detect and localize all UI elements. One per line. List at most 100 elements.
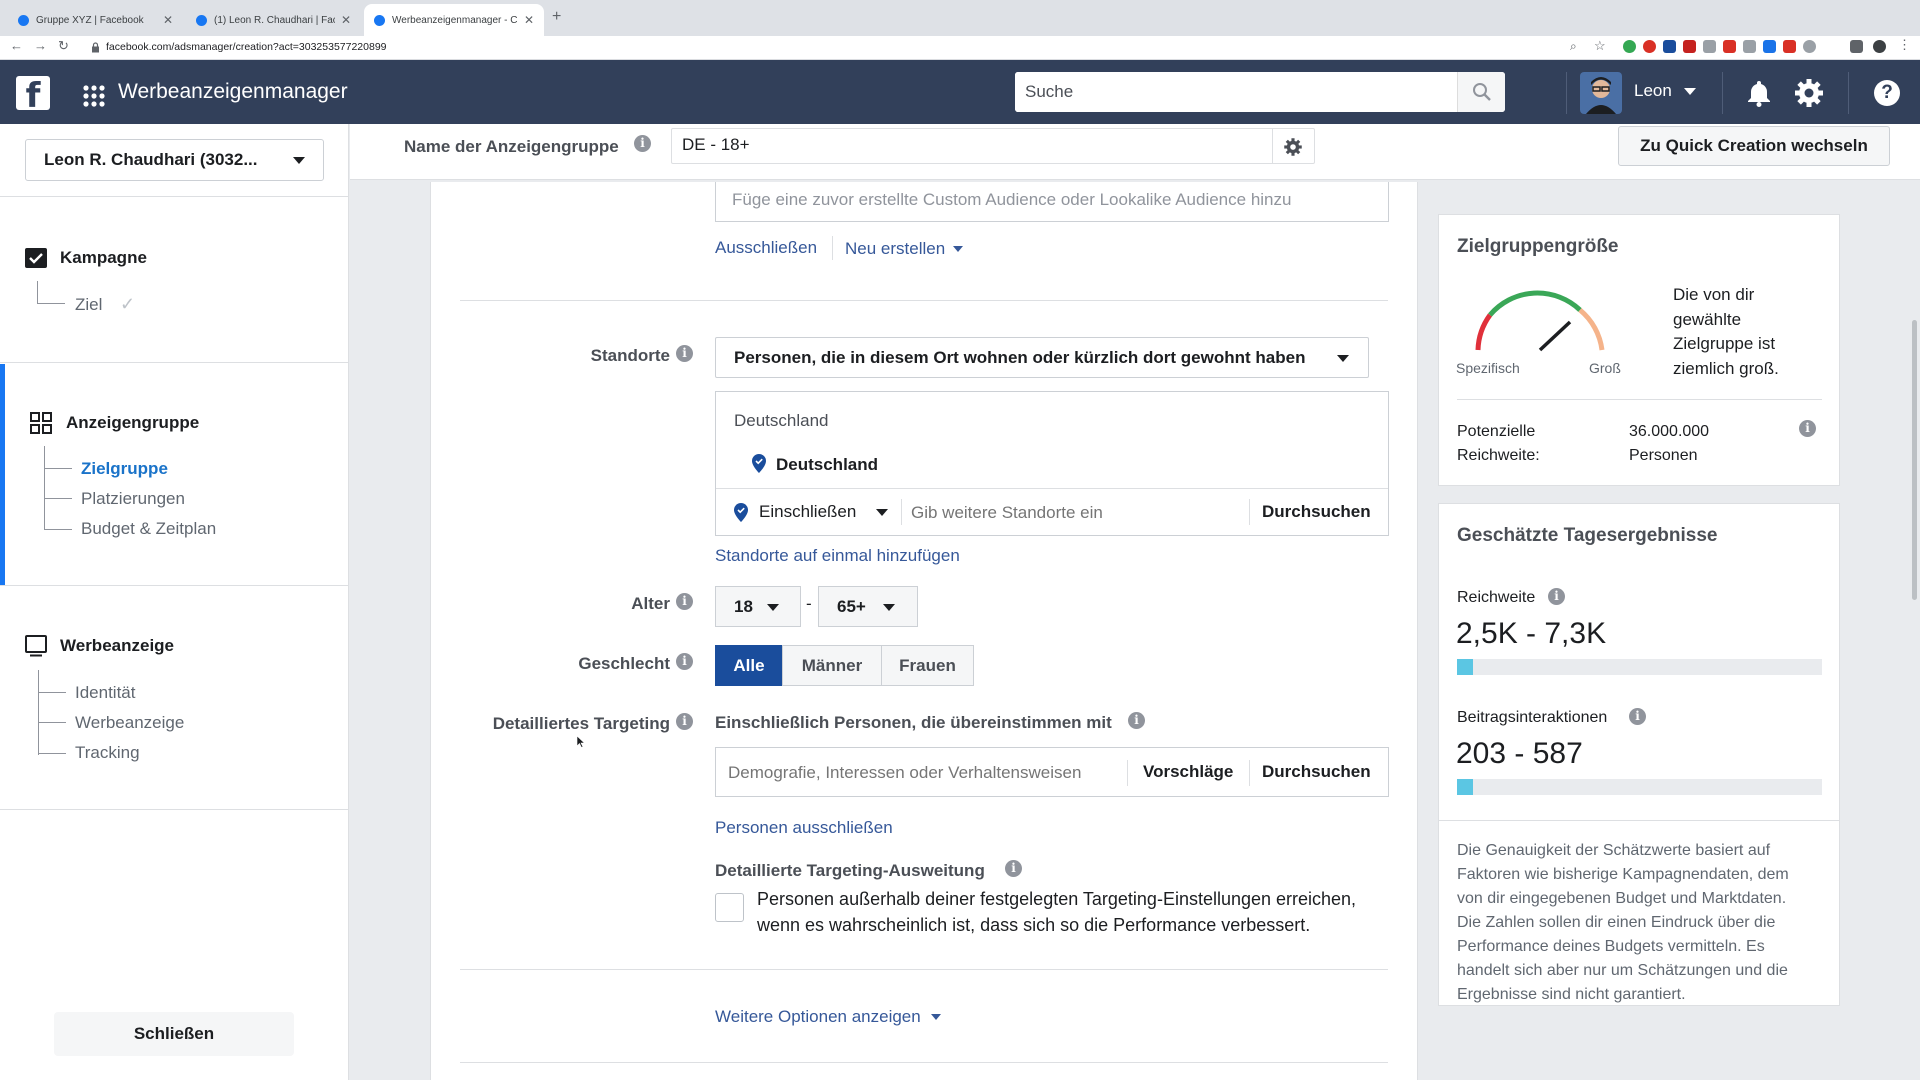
gender-option-all[interactable]: Alle [715, 645, 783, 686]
chevron-down-icon [293, 156, 305, 164]
extension-icon[interactable] [1803, 40, 1816, 53]
custom-audience-field[interactable]: Füge eine zuvor erstellte Custom Audienc… [715, 182, 1389, 222]
adset-grid-icon [30, 412, 52, 434]
sidebar-item-identitaet[interactable]: Identität [75, 683, 136, 703]
extension-icon[interactable] [1763, 40, 1776, 53]
more-options-link[interactable]: Weitere Optionen anzeigen [715, 1007, 921, 1027]
facebook-favicon-icon [196, 14, 207, 26]
info-icon[interactable]: i [676, 653, 693, 670]
account-selector[interactable]: Leon R. Chaudhari (3032... [25, 139, 324, 181]
extension-icon[interactable] [1850, 40, 1863, 53]
engagement-bar [1457, 779, 1822, 795]
info-icon[interactable]: i [1005, 860, 1022, 877]
profile-icon[interactable] [1873, 40, 1886, 53]
url-text[interactable]: facebook.com/adsmanager/creation?act=303… [106, 41, 387, 53]
page-scrollbar[interactable] [1912, 320, 1917, 600]
bookmark-star-icon[interactable]: ☆ [1594, 38, 1606, 54]
age-min-dropdown[interactable]: 18 [715, 586, 801, 627]
close-tab-icon[interactable]: ✕ [163, 13, 173, 27]
back-icon[interactable]: ← [10, 38, 23, 53]
tree-line [37, 303, 65, 304]
info-icon[interactable]: i [676, 713, 693, 730]
header-divider [1566, 72, 1567, 114]
sidebar-section-anzeigengruppe[interactable]: Anzeigengruppe [66, 413, 199, 433]
audience-gauge [1470, 280, 1610, 360]
info-icon[interactable]: i [1548, 588, 1565, 605]
info-icon[interactable]: i [1128, 712, 1145, 729]
bulk-add-locations-link[interactable]: Standorte auf einmal hinzufügen [715, 546, 960, 566]
adset-name-input[interactable] [682, 135, 1222, 155]
close-tab-icon[interactable]: ✕ [341, 13, 351, 27]
sidebar-item-tracking[interactable]: Tracking [75, 743, 140, 763]
detailed-targeting-input[interactable] [728, 760, 1108, 786]
expansion-checkbox[interactable] [715, 893, 744, 922]
info-icon[interactable]: i [634, 135, 651, 152]
description-line: ziemlich groß. [1673, 358, 1779, 378]
sidebar-item-budget-zeitplan[interactable]: Budget & Zeitplan [81, 519, 216, 539]
suggestions-button[interactable]: Vorschläge [1143, 762, 1233, 782]
chevron-down-icon[interactable] [1684, 88, 1696, 95]
facebook-logo-icon[interactable]: f [16, 76, 50, 110]
browser-tab[interactable]: Gruppe XYZ | Facebook ✕ [8, 4, 183, 36]
sidebar-item-ziel[interactable]: Ziel [75, 295, 102, 315]
search-input[interactable] [1015, 72, 1457, 112]
sidebar-section-kampagne[interactable]: Kampagne [60, 248, 147, 268]
extension-icon[interactable] [1663, 40, 1676, 53]
location-browse-button[interactable]: Durchsuchen [1262, 502, 1371, 522]
location-search-input[interactable] [911, 500, 1241, 526]
locations-label: Standorte [590, 346, 670, 365]
check-icon: ✓ [120, 294, 136, 314]
close-tab-icon[interactable]: ✕ [524, 13, 534, 27]
info-icon[interactable]: i [1629, 708, 1646, 725]
gauge-broad-label: Groß [1589, 360, 1621, 376]
include-dropdown[interactable]: Einschließen [759, 502, 856, 522]
chevron-down-icon[interactable] [876, 509, 888, 516]
reload-icon[interactable]: ↻ [58, 38, 69, 54]
create-new-link[interactable]: Neu erstellen [845, 239, 945, 259]
extension-icon[interactable] [1703, 40, 1716, 53]
sidebar-item-zielgruppe[interactable]: Zielgruppe [81, 459, 168, 479]
exclude-people-link[interactable]: Personen ausschließen [715, 818, 893, 838]
avatar[interactable] [1580, 72, 1622, 114]
browser-tab[interactable]: (1) Leon R. Chaudhari | Facebook ✕ [186, 4, 361, 36]
age-max-dropdown[interactable]: 65+ [818, 586, 918, 627]
chevron-down-icon[interactable] [953, 246, 963, 252]
selected-location[interactable]: Deutschland [776, 455, 878, 475]
browser-tab-active[interactable]: Werbeanzeigenmanager - Creation ✕ [364, 4, 544, 36]
location-type-dropdown[interactable]: Personen, die in diesem Ort wohnen oder … [715, 337, 1369, 378]
sidebar-section-werbeanzeige[interactable]: Werbeanzeige [60, 636, 174, 656]
extension-icon[interactable] [1683, 40, 1696, 53]
extension-icon[interactable] [1643, 40, 1656, 53]
exclude-audience-link[interactable]: Ausschließen [715, 238, 817, 258]
browser-menu-icon[interactable]: ⋮ [1898, 37, 1911, 53]
close-button[interactable]: Schließen [54, 1012, 294, 1056]
section-divider [460, 1062, 1388, 1063]
forward-icon[interactable]: → [34, 38, 47, 53]
gender-option-women[interactable]: Frauen [881, 645, 974, 686]
info-icon[interactable]: i [676, 345, 693, 362]
extension-icon[interactable] [1783, 40, 1796, 53]
info-icon[interactable]: i [676, 593, 693, 610]
extension-icon[interactable] [1623, 40, 1636, 53]
bell-icon[interactable] [1744, 78, 1774, 108]
sidebar-item-platzierungen[interactable]: Platzierungen [81, 489, 185, 509]
apps-grid-icon[interactable] [82, 84, 106, 108]
new-tab-button[interactable]: + [552, 8, 561, 26]
extension-icon[interactable] [1723, 40, 1736, 53]
user-name[interactable]: Leon [1634, 81, 1672, 101]
zoom-icon[interactable]: ⌕ [1570, 39, 1577, 54]
gear-icon[interactable] [1793, 77, 1825, 109]
gear-icon[interactable] [1283, 137, 1303, 157]
help-icon[interactable]: ? [1874, 80, 1900, 106]
note-line: handelt sich aber nur um Schätzungen und… [1457, 962, 1788, 979]
detailed-targeting-field: Vorschläge Durchsuchen [715, 747, 1389, 797]
detailed-browse-button[interactable]: Durchsuchen [1262, 762, 1371, 782]
sidebar-item-werbeanzeige[interactable]: Werbeanzeige [75, 713, 184, 733]
age-separator: - [806, 594, 812, 613]
chevron-down-icon[interactable] [931, 1014, 941, 1020]
info-icon[interactable]: i [1799, 420, 1816, 437]
search-button[interactable] [1457, 72, 1505, 112]
gender-option-men[interactable]: Männer [782, 645, 882, 686]
extension-icon[interactable] [1743, 40, 1756, 53]
quick-creation-button[interactable]: Zu Quick Creation wechseln [1618, 126, 1890, 166]
